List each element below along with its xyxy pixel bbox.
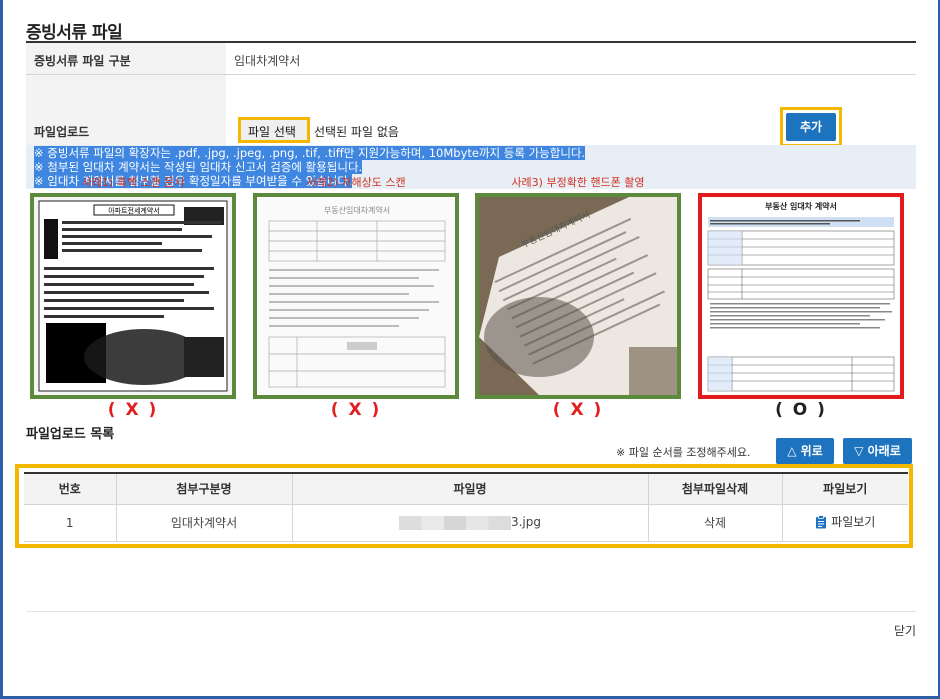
notice-line: ※ 첨부된 임대차 계약서는 작성된 임대차 신고서 검증에 활용됩니다. bbox=[34, 160, 363, 174]
move-up-button[interactable]: △ 위로 bbox=[776, 438, 834, 464]
row-number: 1 bbox=[24, 503, 117, 542]
row-filename: 3.jpg bbox=[291, 503, 649, 542]
table-row[interactable]: 1 임대차계약서 3.jpg 삭제 파일보기 bbox=[24, 503, 908, 542]
example-mark: ( X ) bbox=[330, 400, 382, 420]
example-doc-title: 부동산임대차계약서 bbox=[324, 205, 390, 215]
example-image-good: 부동산 임대차 계약서 bbox=[698, 193, 904, 399]
close-button[interactable]: 닫기 bbox=[894, 622, 916, 639]
column-header: 파일보기 bbox=[781, 473, 908, 505]
clipboard-icon bbox=[816, 514, 827, 529]
example-label: 사례3) 부정확한 핸드폰 촬영 bbox=[511, 176, 645, 189]
view-file-label: 파일보기 bbox=[831, 515, 876, 530]
column-header: 첨부구분명 bbox=[115, 473, 293, 505]
example-label: 사례1) 흑백 스캔 문서 bbox=[81, 176, 185, 189]
example-mark: ( X ) bbox=[552, 400, 604, 420]
table-header-row: 번호 첨부구분명 파일명 첨부파일삭제 파일보기 bbox=[24, 473, 908, 505]
column-header: 파일명 bbox=[291, 473, 649, 505]
example-image-bw-scan: 아파트전세계약서 bbox=[30, 193, 236, 399]
category-row: 증빙서류 파일 구분 임대차계약서 bbox=[26, 43, 916, 75]
upload-controls: 파일 선택 선택된 파일 없음 추가 bbox=[226, 75, 916, 147]
example-doc-title: 아파트전세계약서 bbox=[108, 206, 160, 215]
redacted-filename bbox=[398, 515, 511, 530]
example-label: 사례2) 저해상도 스캔 bbox=[306, 176, 406, 189]
file-status: 선택된 파일 없음 bbox=[314, 125, 399, 139]
upload-label: 파일업로드 bbox=[26, 75, 226, 145]
filename-suffix: 3.jpg bbox=[510, 515, 542, 530]
example-image-low-res: 부동산임대차계약서 bbox=[253, 193, 459, 399]
column-header: 번호 bbox=[24, 473, 117, 505]
notice-line: ※ 증빙서류 파일의 확장자는 .pdf, .jpg, .jpeg, .png,… bbox=[34, 146, 586, 160]
example-mark: ( X ) bbox=[107, 400, 159, 420]
add-button[interactable]: 추가 bbox=[786, 113, 836, 141]
row-category: 임대차계약서 bbox=[115, 503, 293, 542]
example-mark: ( O ) bbox=[775, 400, 827, 420]
move-down-button[interactable]: ▽ 아래로 bbox=[843, 438, 912, 464]
category-label: 증빙서류 파일 구분 bbox=[26, 43, 226, 74]
example-doc-title: 부동산 임대차 계약서 bbox=[765, 201, 837, 211]
example-image-phone-photo: 부동산임대차계약서 bbox=[475, 193, 681, 399]
upload-form: 증빙서류 파일 구분 임대차계약서 파일업로드 파일 선택 선택된 파일 없음 … bbox=[26, 41, 916, 189]
choose-file-button[interactable]: 파일 선택 bbox=[238, 117, 310, 143]
upload-row: 파일업로드 파일 선택 선택된 파일 없음 추가 ※ 증빙서류 파일의 확장자는… bbox=[26, 75, 916, 189]
view-file-link[interactable]: 파일보기 bbox=[815, 513, 875, 530]
upload-list-title: 파일업로드 목록 bbox=[26, 427, 115, 442]
page-title: 증빙서류 파일 bbox=[26, 23, 123, 43]
footer-divider bbox=[26, 611, 916, 612]
column-header: 첨부파일삭제 bbox=[647, 473, 783, 505]
delete-link[interactable]: 삭제 bbox=[647, 503, 783, 542]
view-file-cell[interactable]: 파일보기 bbox=[781, 503, 908, 542]
order-note: ※ 파일 순서를 조정해주세요. bbox=[616, 446, 751, 459]
upload-list-table: 번호 첨부구분명 파일명 첨부파일삭제 파일보기 1 임대차계약서 3.jpg … bbox=[24, 472, 908, 542]
category-value: 임대차계약서 bbox=[234, 54, 301, 68]
